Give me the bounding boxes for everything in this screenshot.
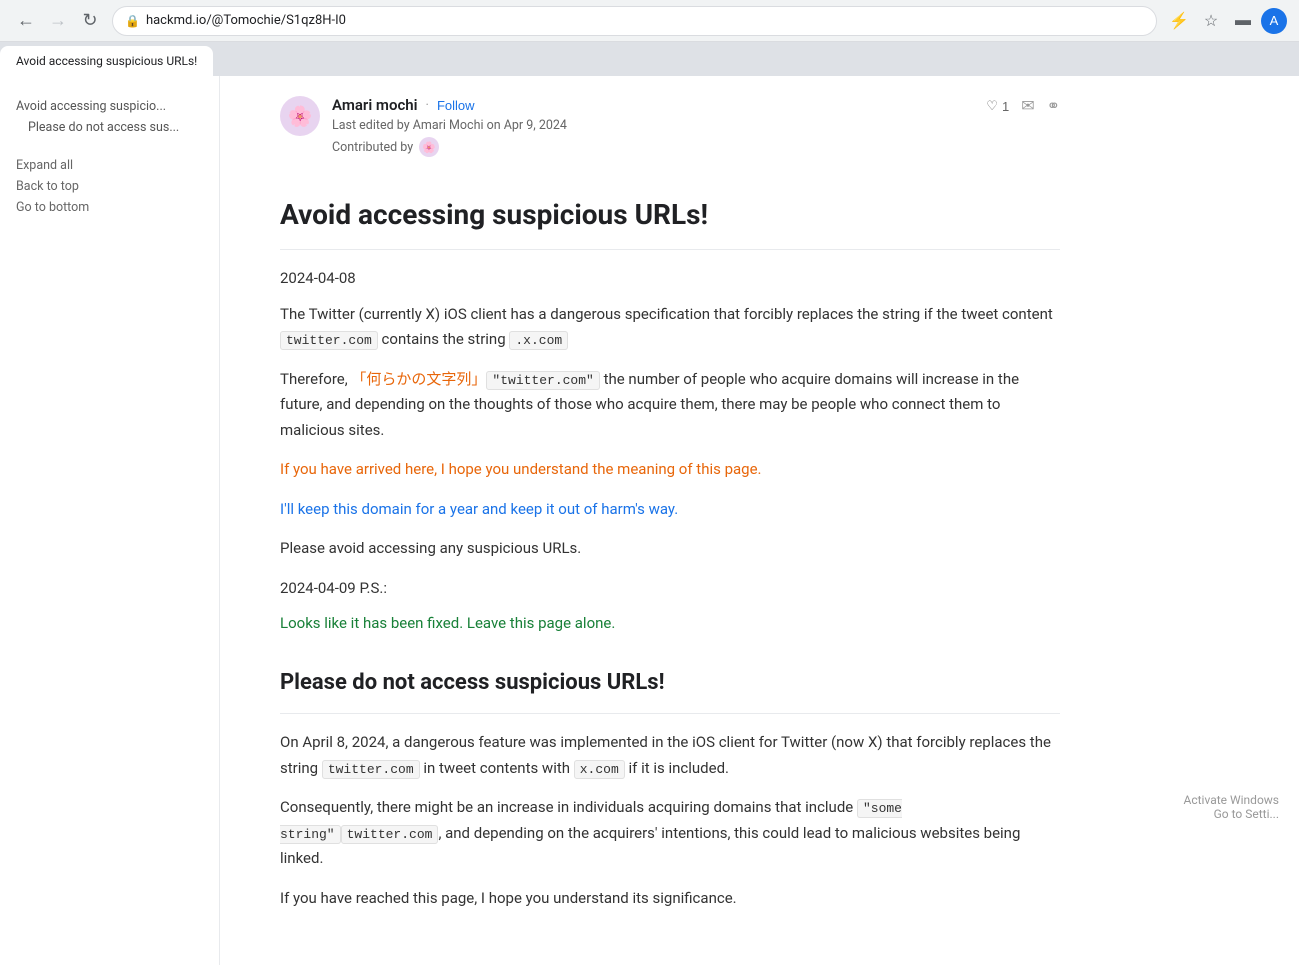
article-divider xyxy=(280,249,1060,250)
section2-title: Please do not access suspicious URLs! xyxy=(280,669,1060,698)
bookmark-icon: ✉ xyxy=(1021,96,1034,116)
tab-title: Avoid accessing suspicious URLs! xyxy=(16,54,197,68)
activate-line1: Activate Windows xyxy=(1184,793,1279,807)
article: Avoid accessing suspicious URLs! 2024-04… xyxy=(280,197,1060,911)
toc-item-2[interactable]: Please do not access sus... xyxy=(16,117,203,138)
article-title: Avoid accessing suspicious URLs! xyxy=(280,197,1060,233)
expand-all-link[interactable]: Expand all xyxy=(16,158,203,173)
follow-button[interactable]: Follow xyxy=(437,98,475,113)
page-wrapper: Avoid accessing suspicio... Please do no… xyxy=(0,76,1299,965)
date-label-1: 2024-04-08 xyxy=(280,266,1060,292)
main-content: 🌸 Amari mochi · Follow Last edited by Am… xyxy=(220,76,1120,965)
section1-orange-text: If you have arrived here, I hope you und… xyxy=(280,460,762,478)
section2-para1-end: if it is included. xyxy=(625,759,729,777)
section1-blue-para2: Please avoid accessing any suspicious UR… xyxy=(280,536,1060,562)
like-button[interactable]: ♡ 1 xyxy=(986,98,1009,114)
author-meta: Last edited by Amari Mochi on Apr 9, 202… xyxy=(332,118,567,133)
avatar-emoji: 🌸 xyxy=(288,104,313,128)
section1-green-text: Looks like it has been fixed. Leave this… xyxy=(280,614,615,632)
translate-button[interactable]: ⚡ xyxy=(1165,7,1193,35)
section1-blue-para2-text: Please avoid accessing any suspicious UR… xyxy=(280,539,581,557)
back-button[interactable]: ← xyxy=(12,7,40,35)
browser-actions: ⚡ ☆ ▬ A xyxy=(1165,7,1287,35)
section2-para2: Consequently, there might be an increase… xyxy=(280,795,1060,872)
contrib-avatar-emoji: 🌸 xyxy=(422,141,436,154)
author-avatar: 🌸 xyxy=(280,96,320,136)
section1-para1-after: contains the string xyxy=(378,330,510,348)
author-name: Amari mochi xyxy=(332,96,418,114)
activate-line2: Go to Setti... xyxy=(1184,807,1279,821)
follow-separator: · xyxy=(426,98,429,113)
author-name-row: Amari mochi · Follow xyxy=(332,96,567,114)
address-bar[interactable]: 🔒 hackmd.io/@Tomochie/S1qz8H-I0 xyxy=(112,6,1157,36)
bell-icon: ⚭ xyxy=(1047,96,1060,116)
section1-blue-link[interactable]: keep it out of harm's way. xyxy=(510,500,678,518)
toc-item-1[interactable]: Avoid accessing suspicio... xyxy=(16,96,203,117)
tab-bar: Avoid accessing suspicious URLs! xyxy=(0,42,1299,76)
section1-blue-para1: I'll keep this domain for a year and kee… xyxy=(280,497,1060,523)
section2-code-twitter-com: twitter.com xyxy=(341,825,439,844)
back-to-top-link[interactable]: Back to top xyxy=(16,179,203,194)
active-tab[interactable]: Avoid accessing suspicious URLs! xyxy=(0,46,213,76)
section1-code1: twitter.com xyxy=(280,331,378,350)
section1-para1: The Twitter (currently X) iOS client has… xyxy=(280,302,1060,353)
author-info: Amari mochi · Follow Last edited by Amar… xyxy=(332,96,567,157)
author-left: 🌸 Amari mochi · Follow Last edited by Am… xyxy=(280,96,567,157)
section1-para1-before: The Twitter (currently X) iOS client has… xyxy=(280,305,1053,323)
sidebar-toggle-button[interactable]: ▬ xyxy=(1229,7,1257,35)
notification-button[interactable]: ⚭ xyxy=(1047,96,1060,116)
sidebar: Avoid accessing suspicio... Please do no… xyxy=(0,76,220,965)
section1-para2: Therefore, 「何らかの文字列」"twitter.com" the nu… xyxy=(280,367,1060,444)
author-actions: ♡ 1 ✉ ⚭ xyxy=(986,96,1060,116)
bookmark-action-button[interactable]: ✉ xyxy=(1021,96,1034,116)
forward-button[interactable]: → xyxy=(44,7,72,35)
go-to-bottom-link[interactable]: Go to bottom xyxy=(16,200,203,215)
author-section: 🌸 Amari mochi · Follow Last edited by Am… xyxy=(280,96,1060,173)
section2-para3: If you have reached this page, I hope yo… xyxy=(280,886,1060,912)
contributed-by-label: Contributed by xyxy=(332,140,413,155)
section1-blue-para1-before: I'll keep this domain for a year and xyxy=(280,500,510,518)
sidebar-toc: Avoid accessing suspicio... Please do no… xyxy=(16,96,203,138)
section1-orange-para: If you have arrived here, I hope you und… xyxy=(280,457,1060,483)
heart-icon: ♡ xyxy=(986,98,998,114)
last-edited-text: Last edited by Amari Mochi on Apr 9, 202… xyxy=(332,118,567,133)
bookmark-button[interactable]: ☆ xyxy=(1197,7,1225,35)
section1-para2-before: Therefore, xyxy=(280,370,351,388)
activate-windows: Activate Windows Go to Setti... xyxy=(1184,793,1279,821)
section1-inline-quote: 「何らかの文字列」 xyxy=(351,370,486,388)
section2-code2: x.com xyxy=(574,760,625,779)
profile-button[interactable]: A xyxy=(1261,8,1287,34)
section1-code2: .x.com xyxy=(509,331,568,350)
contrib-avatar: 🌸 xyxy=(419,137,439,157)
section2-para1-mid: in tweet contents with xyxy=(420,759,574,777)
section2-para2-before: Consequently, there might be an increase… xyxy=(280,798,857,816)
lock-icon: 🔒 xyxy=(125,14,140,28)
contributed-by: Contributed by 🌸 xyxy=(332,137,567,157)
reload-button[interactable]: ↻ xyxy=(76,7,104,35)
like-count: 1 xyxy=(1002,99,1009,114)
browser-chrome: ← → ↻ 🔒 hackmd.io/@Tomochie/S1qz8H-I0 ⚡ … xyxy=(0,0,1299,42)
section2-para1: On April 8, 2024, a dangerous feature wa… xyxy=(280,730,1060,781)
sidebar-actions: Expand all Back to top Go to bottom xyxy=(16,158,203,215)
section2-code1: twitter.com xyxy=(322,760,420,779)
url-text: hackmd.io/@Tomochie/S1qz8H-I0 xyxy=(146,13,346,28)
section2-para3-text: If you have reached this page, I hope yo… xyxy=(280,889,737,907)
section1-green-para: Looks like it has been fixed. Leave this… xyxy=(280,611,1060,637)
nav-buttons: ← → ↻ xyxy=(12,7,104,35)
section2-divider xyxy=(280,713,1060,714)
section1-code3: "twitter.com" xyxy=(486,371,599,390)
date-label-2: 2024-04-09 P.S.: xyxy=(280,576,1060,602)
